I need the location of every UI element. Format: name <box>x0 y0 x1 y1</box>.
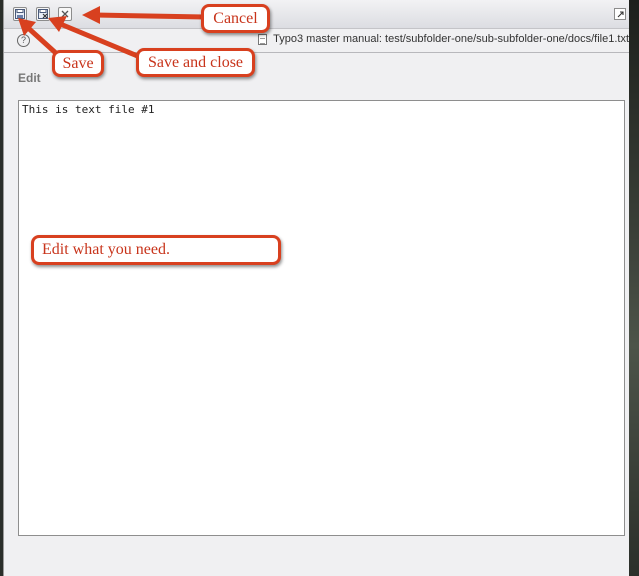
section-heading: Edit <box>18 71 41 85</box>
save-button[interactable] <box>13 7 27 21</box>
annotation-edit-hint: Edit what you need. <box>31 235 281 265</box>
save-icon <box>15 9 25 19</box>
save-and-close-icon <box>38 9 48 19</box>
annotation-cancel: Cancel <box>201 4 270 33</box>
file-content-editor[interactable] <box>18 100 625 536</box>
file-edit-window: ? Typo3 master manual: test/subfolder-on… <box>3 0 629 576</box>
close-icon <box>61 10 69 18</box>
file-path-label: Typo3 master manual: test/subfolder-one/… <box>273 33 629 45</box>
text-file-icon <box>258 33 268 45</box>
external-link-icon <box>617 10 624 17</box>
open-in-new-window-button[interactable] <box>614 8 626 20</box>
cancel-button[interactable] <box>58 7 72 21</box>
help-icon[interactable]: ? <box>17 34 30 47</box>
save-and-close-button[interactable] <box>36 7 50 21</box>
annotation-save: Save <box>52 50 104 77</box>
file-path: Typo3 master manual: test/subfolder-one/… <box>258 33 629 45</box>
annotation-save-and-close: Save and close <box>136 48 255 77</box>
desktop-background <box>628 0 639 576</box>
toolbar <box>4 0 629 29</box>
